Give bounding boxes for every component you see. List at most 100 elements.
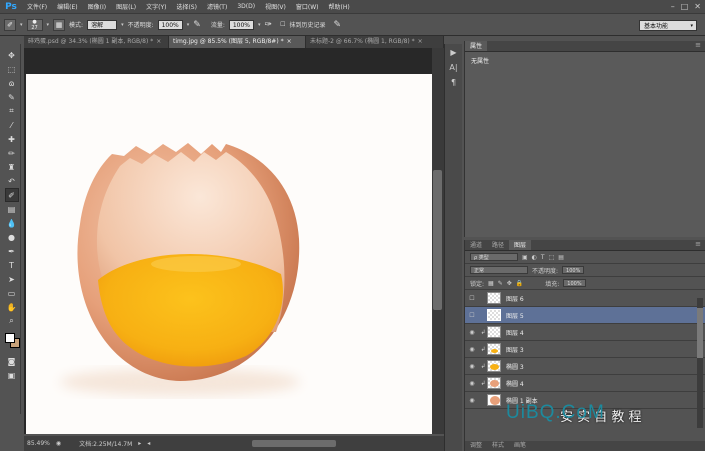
eye-icon[interactable]: ◉ [465, 397, 479, 404]
path-select-tool-icon[interactable]: ➤ [5, 272, 19, 286]
menu-file[interactable]: 文件(F) [22, 2, 52, 11]
close-icon[interactable]: × [156, 38, 161, 45]
horizontal-scrollbar-thumb[interactable] [252, 440, 336, 447]
fill-input[interactable]: 100% [563, 279, 586, 287]
chevron-down-icon[interactable]: ▾ [258, 22, 261, 28]
menu-image[interactable]: 图像(I) [83, 2, 111, 11]
close-icon[interactable]: × [287, 38, 292, 45]
quick-select-tool-icon[interactable]: ✎ [5, 90, 19, 104]
paragraph-panel-icon[interactable]: ¶ [451, 78, 456, 87]
close-button[interactable]: ✕ [694, 2, 701, 11]
brush-panel-icon[interactable]: ▦ [53, 18, 66, 31]
eraser-preset-icon[interactable]: ✐ [4, 18, 16, 31]
visibility-off-icon[interactable]: ☐ [465, 312, 479, 319]
filter-smart-icon[interactable]: ▤ [558, 254, 564, 261]
screen-mode-icon[interactable]: ▣ [5, 368, 19, 382]
lasso-tool-icon[interactable]: ɷ [5, 76, 19, 90]
filter-adjust-icon[interactable]: ◐ [532, 254, 537, 261]
color-swatches[interactable] [4, 332, 20, 350]
menu-layer[interactable]: 图层(L) [111, 2, 141, 11]
menu-window[interactable]: 窗口(W) [291, 2, 324, 11]
hand-tool-icon[interactable]: ✋ [5, 300, 19, 314]
tab-styles[interactable]: 样式 [487, 441, 509, 451]
layers-scrollbar-thumb[interactable] [697, 308, 703, 358]
close-icon[interactable]: × [418, 38, 423, 45]
play-icon[interactable]: ▶ [450, 48, 456, 57]
eye-icon[interactable]: ◉ [465, 363, 479, 370]
visibility-off-icon[interactable]: ☐ [465, 295, 479, 302]
airbrush-icon[interactable]: ✑ [265, 20, 273, 30]
zoom-tool-icon[interactable]: ⌕ [5, 314, 19, 328]
minimize-button[interactable]: – [671, 2, 675, 11]
gradient-tool-icon[interactable]: ▤ [5, 202, 19, 216]
lock-move-icon[interactable]: ✥ [507, 280, 512, 287]
layer-row[interactable]: ◉ ↲ 椭圆 4 [465, 375, 705, 392]
tab-adjustments[interactable]: 调整 [465, 441, 487, 451]
history-brush-tool-icon[interactable]: ↶ [5, 174, 19, 188]
filter-type-icon[interactable]: T [541, 254, 545, 261]
tab-document-2[interactable]: timg.jpg @ 85.5% (图层 5, RGB/8#) * × [169, 36, 306, 48]
tab-channels[interactable]: 通道 [465, 240, 487, 250]
pressure-size-icon[interactable]: ✎ [333, 20, 341, 30]
character-panel-icon[interactable]: A| [449, 63, 457, 72]
tab-layers[interactable]: 图层 [509, 240, 532, 250]
chevron-down-icon[interactable]: ▾ [121, 22, 124, 28]
eraser-tool-icon[interactable]: ✐ [4, 188, 19, 202]
vertical-scrollbar-thumb[interactable] [433, 170, 442, 310]
flow-input[interactable]: 100% [228, 19, 255, 30]
layer-opacity-input[interactable]: 100% [562, 266, 585, 274]
marquee-tool-icon[interactable]: ⬚ [5, 62, 19, 76]
lock-paint-icon[interactable]: ✎ [498, 280, 503, 287]
document-canvas[interactable] [26, 74, 432, 434]
chevron-down-icon[interactable]: ▾ [47, 22, 50, 28]
layer-row[interactable]: ◉ ↲ 椭圆 3 [465, 358, 705, 375]
tab-document-3[interactable]: 未标题-2 @ 66.7% (椭圆 1, RGB/8) * × [306, 36, 444, 48]
layer-row[interactable]: ◉ ↲ 图层 3 [465, 341, 705, 358]
opacity-input[interactable]: 100% [157, 19, 183, 30]
lock-all-icon[interactable]: 🔒 [516, 280, 523, 287]
chevron-down-icon[interactable]: ▾ [187, 22, 190, 28]
info-icon[interactable]: ◉ [56, 440, 61, 447]
blend-mode-select[interactable]: 正常 [470, 266, 528, 274]
menu-help[interactable]: 帮助(H) [324, 2, 355, 11]
menu-type[interactable]: 文字(Y) [141, 2, 171, 11]
move-tool-icon[interactable]: ✥ [5, 48, 19, 62]
checkbox-icon[interactable]: ☐ [280, 21, 285, 28]
quick-mask-icon[interactable]: ◙ [5, 354, 19, 368]
brush-size-picker[interactable]: ● 27 [26, 18, 43, 31]
layers-scrollbar[interactable] [697, 298, 703, 428]
chevron-down-icon[interactable]: ▾ [20, 22, 23, 28]
eye-icon[interactable]: ◉ [465, 329, 479, 336]
layer-row[interactable]: ☐ 图层 6 [465, 290, 705, 307]
layer-row-selected[interactable]: ☐ 图层 5 [465, 307, 705, 324]
tab-document-1[interactable]: 碎鸡蛋.psd @ 34.3% (椭圆 1 副本, RGB/8) * × [24, 36, 169, 48]
filter-shape-icon[interactable]: ⬚ [549, 254, 555, 261]
crop-tool-icon[interactable]: ⌗ [5, 104, 19, 118]
lock-transparent-icon[interactable]: ▦ [488, 280, 494, 287]
menu-filter[interactable]: 滤镜(T) [202, 2, 232, 11]
zoom-level[interactable]: 85.49% [27, 440, 50, 447]
clone-stamp-tool-icon[interactable]: ♜ [5, 160, 19, 174]
layer-filter-select[interactable]: ρ 类型 [470, 253, 518, 261]
panel-menu-icon[interactable]: ≡ [695, 240, 705, 250]
menu-select[interactable]: 选择(S) [171, 2, 202, 11]
status-menu-arrow-icon[interactable]: ▸ [138, 440, 141, 447]
tab-paths[interactable]: 路径 [487, 240, 509, 250]
eye-icon[interactable]: ◉ [465, 346, 479, 353]
type-tool-icon[interactable]: T [5, 258, 19, 272]
panel-menu-icon[interactable]: ≡ [695, 41, 705, 51]
pen-tool-icon[interactable]: ✒ [5, 244, 19, 258]
shape-tool-icon[interactable]: ▭ [5, 286, 19, 300]
eye-icon[interactable]: ◉ [465, 380, 479, 387]
eyedropper-tool-icon[interactable]: ⁄ [5, 118, 19, 132]
menu-3d[interactable]: 3D(D) [232, 3, 260, 10]
mode-select[interactable]: 溶解 [87, 19, 118, 30]
menu-edit[interactable]: 编辑(E) [52, 2, 82, 11]
tab-brushes[interactable]: 画笔 [509, 441, 531, 451]
blur-tool-icon[interactable]: 💧 [5, 216, 19, 230]
tab-properties[interactable]: 属性 [465, 41, 488, 51]
layer-row[interactable]: ◉ ↲ 图层 4 [465, 324, 705, 341]
menu-view[interactable]: 视图(V) [260, 2, 291, 11]
maximize-button[interactable]: □ [681, 2, 689, 11]
workspace-select[interactable]: 基本功能 ▾ [639, 20, 697, 31]
